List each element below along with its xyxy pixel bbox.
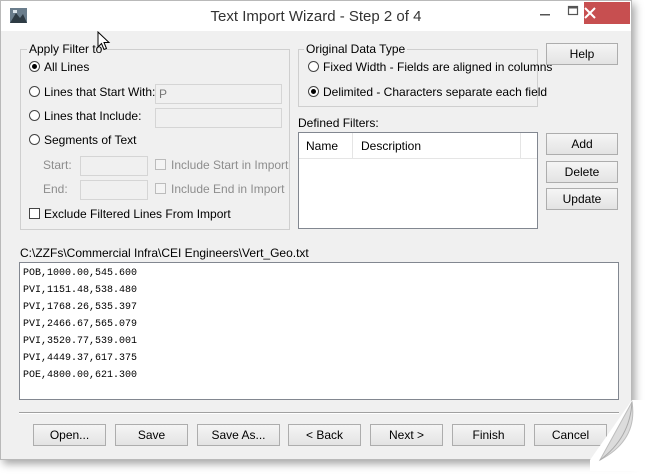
- finish-button[interactable]: Finish: [452, 424, 525, 446]
- radio-lines-start-with[interactable]: [29, 86, 40, 97]
- apply-filter-legend: Apply Filter to: [27, 42, 105, 56]
- segments-of-text-label: Segments of Text: [44, 133, 137, 147]
- preview-line: POE,4800.00,621.300: [23, 370, 138, 381]
- radio-delimited[interactable]: [308, 86, 319, 97]
- title-bar: Text Import Wizard - Step 2 of 4: [1, 1, 631, 31]
- separator: [19, 412, 619, 414]
- preview-line: PVI,4449.37,617.375: [23, 353, 138, 364]
- all-lines-label: All Lines: [44, 60, 90, 74]
- save-button[interactable]: Save: [115, 424, 188, 446]
- back-button[interactable]: < Back: [288, 424, 361, 446]
- radio-fixed-width[interactable]: [308, 61, 319, 72]
- column-header-name[interactable]: Name: [306, 139, 338, 153]
- start-label: Start:: [43, 158, 72, 172]
- end-label: End:: [43, 182, 68, 196]
- text-import-wizard-window: Text Import Wizard - Step 2 of 4 Apply F…: [0, 0, 632, 460]
- update-button[interactable]: Update: [546, 188, 618, 210]
- preview-lines: POB,1000.00,545.600 PVI,1151.48,538.480 PV…: [23, 265, 137, 384]
- minimize-icon[interactable]: [532, 1, 558, 25]
- preview-line: PVI,1768.26,535.397: [23, 302, 138, 313]
- lines-include-label: Lines that Include:: [44, 109, 142, 123]
- preview-line: PVI,2466.67,565.079: [23, 319, 138, 330]
- exclude-filtered-checkbox[interactable]: [29, 208, 40, 219]
- preview-line: PVI,1151.48,538.480: [23, 285, 138, 296]
- next-button[interactable]: Next >: [370, 424, 443, 446]
- column-divider: [352, 133, 353, 158]
- radio-segments-of-text[interactable]: [29, 134, 40, 145]
- preview-line: POB,1000.00,545.600: [23, 268, 138, 279]
- file-path-label: C:\ZZFs\Commercial Infra\CEI Engineers\V…: [20, 246, 309, 260]
- add-button[interactable]: Add: [546, 133, 618, 155]
- file-preview-box[interactable]: POB,1000.00,545.600 PVI,1151.48,538.480 PV…: [19, 262, 619, 400]
- save-as-button[interactable]: Save As...: [197, 424, 280, 446]
- column-divider: [520, 133, 521, 158]
- include-input[interactable]: [155, 108, 282, 128]
- page-curl-decoration: [590, 400, 646, 471]
- segment-end-input[interactable]: [80, 180, 148, 200]
- include-start-checkbox[interactable]: [155, 159, 166, 170]
- open-button[interactable]: Open...: [33, 424, 106, 446]
- include-start-label: Include Start in Import: [171, 158, 289, 172]
- defined-filters-label: Defined Filters:: [298, 116, 379, 130]
- radio-lines-include[interactable]: [29, 110, 40, 121]
- segment-start-input[interactable]: [80, 156, 148, 176]
- include-end-label: Include End in Import: [171, 182, 285, 196]
- mouse-cursor-icon: [97, 30, 111, 51]
- maximize-icon[interactable]: [560, 1, 586, 25]
- close-button[interactable]: [584, 2, 630, 24]
- lines-start-with-label: Lines that Start With:: [44, 85, 156, 99]
- delimited-label: Delimited - Characters separate each fie…: [323, 85, 548, 99]
- original-data-type-legend: Original Data Type: [304, 42, 408, 56]
- column-header-description[interactable]: Description: [361, 139, 421, 153]
- include-end-checkbox[interactable]: [155, 183, 166, 194]
- close-icon: [584, 7, 596, 19]
- help-button[interactable]: Help: [546, 43, 618, 65]
- radio-all-lines[interactable]: [29, 61, 40, 72]
- preview-line: PVI,3520.77,539.001: [23, 336, 138, 347]
- delete-button[interactable]: Delete: [546, 161, 618, 183]
- fixed-width-label: Fixed Width - Fields are aligned in colu…: [323, 60, 553, 74]
- defined-filters-list[interactable]: Name Description: [298, 132, 538, 229]
- exclude-filtered-label: Exclude Filtered Lines From Import: [44, 207, 231, 221]
- start-with-input[interactable]: P: [155, 84, 282, 104]
